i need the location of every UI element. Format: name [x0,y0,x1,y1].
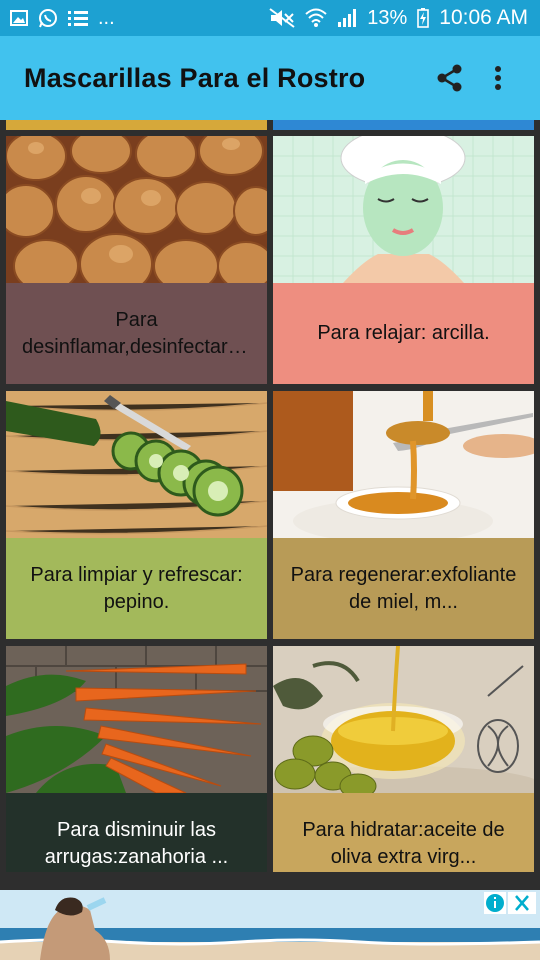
olive-oil-image [273,646,534,793]
ad-info-button[interactable] [484,892,506,914]
ad-banner-image [0,890,540,960]
share-icon [435,63,465,93]
card-caption-text: Para hidratar:aceite de oliva extra virg… [302,818,505,868]
status-bar-left: ... [10,8,115,28]
onion-image [6,136,267,283]
card-caption: Para desinflamar,desinfectar:cebolla ... [6,283,267,384]
card-caption: Para regenerar:exfoliante de miel, m... [273,538,534,639]
card-honey[interactable]: Para regenerar:exfoliante de miel, m... [273,391,534,639]
card-caption-text: Para disminuir las arrugas:zanahoria ... [44,818,229,868]
card-caption-text: Para regenerar:exfoliante de miel, m... [290,563,517,613]
ad-banner[interactable] [0,890,540,960]
card-cucumber[interactable]: Para limpiar y refrescar: pepino. [6,391,267,639]
status-time: 10:06 AM [439,6,528,29]
previous-card-peek[interactable] [6,120,267,130]
card-caption-text: Para relajar: arcilla. [317,322,490,344]
card-caption-text: Para limpiar y refrescar: pepino. [30,563,243,613]
notification-overflow: ... [98,7,115,29]
wifi-icon [305,8,327,28]
app-title: Mascarillas Para el Rostro [24,62,366,93]
card-caption: Para relajar: arcilla. [273,283,534,384]
image-icon [10,10,28,26]
carrots-image [6,646,267,793]
card-olive-oil[interactable]: Para hidratar:aceite de oliva extra virg… [273,646,534,872]
face-mask-image [273,136,534,283]
ad-info-icon [486,894,504,912]
ad-close-button[interactable] [508,892,536,914]
app-bar: Mascarillas Para el Rostro [0,36,540,120]
battery-icon [417,8,430,28]
card-caption: Para hidratar:aceite de oliva extra virg… [273,793,534,872]
mask-grid: Para desinflamar,desinfectar:cebolla ... [0,120,540,872]
whatsapp-icon [38,8,58,28]
list-icon [68,9,88,27]
battery-percent: 13% [367,7,408,29]
card-carrot[interactable]: Para disminuir las arrugas:zanahoria ... [6,646,267,872]
card-caption: Para disminuir las arrugas:zanahoria ... [6,793,267,872]
ad-close-icon [515,895,529,911]
card-caption-text: Para desinflamar,desinfectar:cebolla ... [22,308,251,358]
signal-icon [337,8,357,28]
previous-card-peek[interactable] [273,120,534,130]
more-options-button[interactable] [474,54,522,102]
card-clay[interactable]: Para relajar: arcilla. [273,136,534,384]
cucumber-image [6,391,267,538]
card-onion[interactable]: Para desinflamar,desinfectar:cebolla ... [6,136,267,384]
status-bar: ... 13% 10:06 AM [0,0,540,36]
status-bar-right: 13% 10:06 AM [269,6,528,29]
more-vert-icon [494,65,502,91]
card-caption: Para limpiar y refrescar: pepino. [6,538,267,639]
share-button[interactable] [426,54,474,102]
mute-icon [269,8,295,28]
honey-image [273,391,534,538]
